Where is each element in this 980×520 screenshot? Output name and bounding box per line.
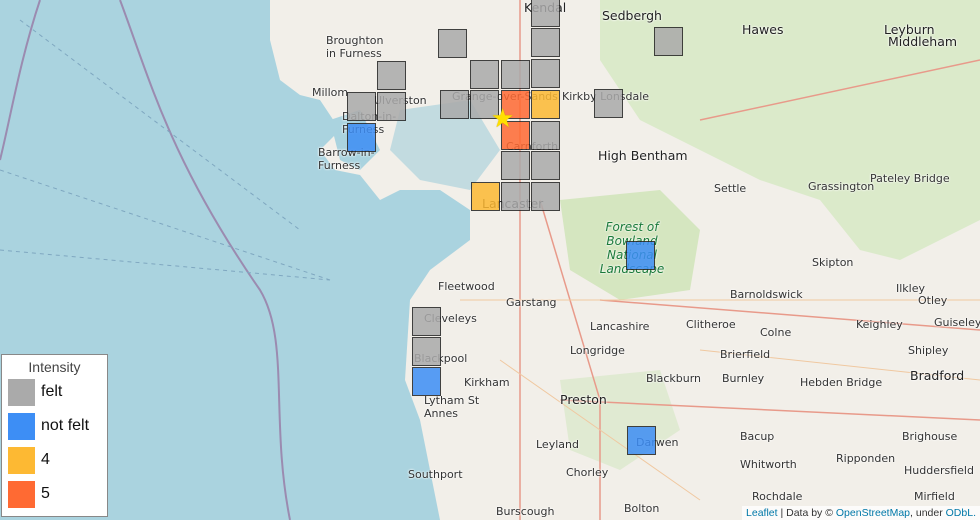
town-label: Bacup bbox=[740, 430, 774, 443]
town-label: Preston bbox=[560, 392, 607, 407]
intensity-cell-not_felt[interactable] bbox=[627, 426, 656, 455]
legend-swatch bbox=[8, 379, 35, 406]
town-label: Settle bbox=[714, 182, 746, 195]
legend-title: Intensity bbox=[2, 359, 107, 375]
legend-label: 4 bbox=[41, 451, 50, 469]
town-label: Bolton bbox=[624, 502, 659, 515]
leaflet-link[interactable]: Leaflet bbox=[746, 507, 778, 519]
legend-item: not felt bbox=[8, 409, 107, 443]
attribution-under: , under bbox=[910, 507, 946, 519]
intensity-cell-felt[interactable] bbox=[531, 182, 560, 211]
town-label: Sedbergh bbox=[602, 8, 662, 23]
town-label: Colne bbox=[760, 326, 791, 339]
odbl-link[interactable]: ODbL. bbox=[946, 507, 976, 519]
attribution: Leaflet | Data by © OpenStreetMap, under… bbox=[742, 506, 980, 520]
town-label: Grassington bbox=[808, 180, 874, 193]
town-label: Kirkham bbox=[464, 376, 510, 389]
legend-swatch bbox=[8, 481, 35, 508]
town-label: Skipton bbox=[812, 256, 853, 269]
intensity-cell-felt[interactable] bbox=[440, 90, 469, 119]
legend-item: felt bbox=[8, 375, 107, 409]
town-label: Bradford bbox=[910, 368, 964, 383]
legend-swatch bbox=[8, 413, 35, 440]
town-label: Fleetwood bbox=[438, 280, 495, 293]
intensity-cell-felt[interactable] bbox=[347, 92, 376, 121]
intensity-cell-not_felt[interactable] bbox=[412, 367, 441, 396]
town-label: Keighley bbox=[856, 318, 903, 331]
intensity-cell-felt[interactable] bbox=[531, 151, 560, 180]
town-label: Middleham bbox=[888, 34, 957, 49]
intensity-cell-not_felt[interactable] bbox=[626, 241, 655, 270]
legend-swatch bbox=[8, 447, 35, 474]
intensity-cell-felt[interactable] bbox=[501, 151, 530, 180]
town-label: Guiseley bbox=[934, 316, 980, 329]
star-icon[interactable]: ★ bbox=[491, 106, 514, 132]
town-label: Burnley bbox=[722, 372, 764, 385]
legend-item: 4 bbox=[8, 443, 107, 477]
intensity-cell-felt[interactable] bbox=[438, 29, 467, 58]
intensity-cell-felt[interactable] bbox=[377, 61, 406, 90]
intensity-cell-felt[interactable] bbox=[531, 0, 560, 27]
town-label: Brierfield bbox=[720, 348, 770, 361]
town-label: Barnoldswick bbox=[730, 288, 803, 301]
legend: Intensity felt not felt 4 5 bbox=[1, 354, 108, 517]
intensity-cell-i4[interactable] bbox=[471, 182, 500, 211]
town-label: Burscough bbox=[496, 505, 554, 518]
town-label: Blackburn bbox=[646, 372, 701, 385]
town-label: Garstang bbox=[506, 296, 557, 309]
intensity-cell-felt[interactable] bbox=[470, 60, 499, 89]
town-label: Brighouse bbox=[902, 430, 957, 443]
intensity-cell-felt[interactable] bbox=[377, 92, 406, 121]
town-label: Lancashire bbox=[590, 320, 649, 333]
intensity-cell-felt[interactable] bbox=[531, 28, 560, 57]
intensity-cell-i4[interactable] bbox=[531, 90, 560, 119]
intensity-cell-felt[interactable] bbox=[594, 89, 623, 118]
intensity-cell-felt[interactable] bbox=[501, 182, 530, 211]
legend-item: 5 bbox=[8, 477, 107, 511]
intensity-cell-felt[interactable] bbox=[531, 121, 560, 150]
intensity-cell-felt[interactable] bbox=[654, 27, 683, 56]
town-label: Shipley bbox=[908, 344, 948, 357]
attribution-text: | Data by © bbox=[778, 507, 836, 519]
town-label: Longridge bbox=[570, 344, 625, 357]
legend-label: felt bbox=[41, 383, 62, 401]
town-label: Broughton in Furness bbox=[326, 34, 386, 60]
town-label: Rochdale bbox=[752, 490, 802, 503]
town-label: Pateley Bridge bbox=[870, 172, 950, 185]
legend-label: not felt bbox=[41, 417, 89, 435]
town-label: Chorley bbox=[566, 466, 608, 479]
town-label: Leyland bbox=[536, 438, 579, 451]
town-label: Southport bbox=[408, 468, 463, 481]
town-label: Lytham St Annes bbox=[424, 394, 484, 420]
osm-link[interactable]: OpenStreetMap bbox=[836, 507, 910, 519]
intensity-cell-felt[interactable] bbox=[412, 337, 441, 366]
town-label: Hebden Bridge bbox=[800, 376, 882, 389]
town-label: Mirfield bbox=[914, 490, 955, 503]
town-label: Clitheroe bbox=[686, 318, 736, 331]
town-label: Huddersfield bbox=[904, 464, 974, 477]
town-label: Millom bbox=[312, 86, 348, 99]
legend-label: 5 bbox=[41, 485, 50, 503]
intensity-cell-not_felt[interactable] bbox=[347, 123, 376, 152]
town-label: Ripponden bbox=[836, 452, 895, 465]
intensity-cell-felt[interactable] bbox=[412, 307, 441, 336]
intensity-cell-felt[interactable] bbox=[501, 60, 530, 89]
town-label: High Bentham bbox=[598, 148, 688, 163]
town-label: Hawes bbox=[742, 22, 784, 37]
town-label: Whitworth bbox=[740, 458, 797, 471]
intensity-cell-felt[interactable] bbox=[531, 59, 560, 88]
town-label: Otley bbox=[918, 294, 947, 307]
